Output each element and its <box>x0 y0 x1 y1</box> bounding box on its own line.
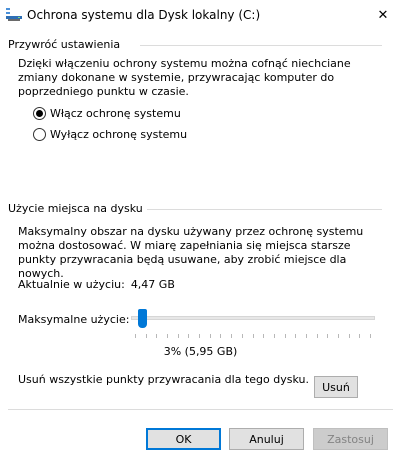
slider-tick <box>359 334 361 338</box>
max-usage-label: Maksymalne użycie: <box>18 313 130 326</box>
slider-tick <box>263 334 265 338</box>
window-title: Ochrona systemu dla Dysk lokalny (C:) <box>27 8 261 22</box>
slider-tick <box>241 334 243 338</box>
slider-tick <box>295 334 297 338</box>
restore-description: Dzięki włączeniu ochrony systemu można c… <box>18 57 351 98</box>
enable-protection-option[interactable]: Włącz ochronę systemu <box>33 107 181 120</box>
radio-enable-protection[interactable] <box>33 107 46 120</box>
disk-group-line <box>130 209 382 210</box>
title-bar: Ochrona systemu dla Dysk lokalny (C:) ✕ <box>0 0 401 30</box>
slider-tick <box>348 334 350 338</box>
slider-tick <box>156 334 158 338</box>
max-usage-slider-thumb[interactable] <box>138 309 148 328</box>
close-button[interactable]: ✕ <box>365 0 401 30</box>
max-usage-value: 3% (5,95 GB) <box>163 345 238 358</box>
system-protection-icon <box>6 8 22 21</box>
radio-disable-protection[interactable] <box>33 128 46 141</box>
current-usage-label: Aktualnie w użyciu: <box>18 278 125 291</box>
slider-tick <box>188 334 190 338</box>
slider-tick <box>231 334 233 338</box>
apply-button[interactable]: Zastosuj <box>313 428 388 450</box>
close-icon: ✕ <box>377 7 389 23</box>
ok-button[interactable]: OK <box>146 428 221 450</box>
slider-tick <box>177 334 179 338</box>
disable-protection-label[interactable]: Wyłącz ochronę systemu <box>50 128 187 141</box>
slider-tick <box>135 334 136 338</box>
slider-tick <box>199 334 201 338</box>
footer-separator <box>8 409 393 410</box>
slider-tick <box>273 334 275 338</box>
slider-tick <box>370 334 371 338</box>
slider-tick <box>167 334 169 338</box>
slider-tick <box>284 334 286 338</box>
slider-tick <box>145 334 147 338</box>
current-usage: Aktualnie w użyciu: 4,47 GB <box>18 278 175 291</box>
slider-tick <box>252 334 254 338</box>
current-usage-value: 4,47 GB <box>130 278 175 291</box>
slider-tick <box>337 334 339 338</box>
delete-restore-points-text: Usuń wszystkie punkty przywracania dla t… <box>18 373 309 386</box>
slider-tick <box>316 334 318 338</box>
slider-tick <box>305 334 307 338</box>
slider-tick <box>220 334 222 338</box>
slider-tick <box>209 334 211 338</box>
restore-group-title: Przywróć ustawienia <box>8 38 125 51</box>
enable-protection-label[interactable]: Włącz ochronę systemu <box>50 107 181 120</box>
delete-button[interactable]: Usuń <box>314 376 358 398</box>
max-usage-slider-track[interactable] <box>131 316 375 320</box>
disable-protection-option[interactable]: Wyłącz ochronę systemu <box>33 128 187 141</box>
restore-group-line <box>140 45 382 46</box>
cancel-button[interactable]: Anuluj <box>229 428 304 450</box>
disk-group-title: Użycie miejsca na dysku <box>8 202 147 215</box>
slider-tick <box>327 334 329 338</box>
disk-description: Maksymalny obszar na dysku używany przez… <box>18 225 364 280</box>
